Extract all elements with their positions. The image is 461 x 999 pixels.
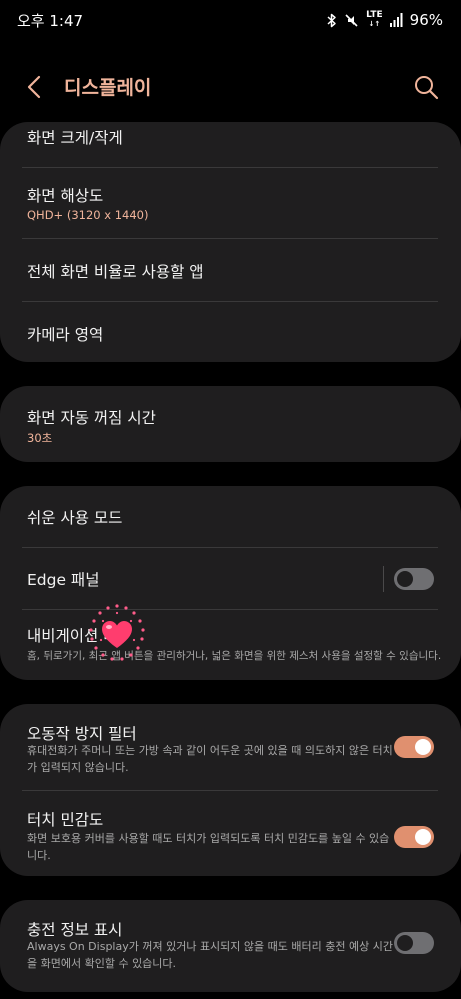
battery-level: 96% — [409, 11, 443, 29]
camera-cutout-item[interactable]: 카메라 영역 — [0, 302, 461, 362]
edge-panels-item[interactable]: Edge 패널 — [0, 548, 461, 609]
touch-sensitivity-toggle[interactable] — [394, 826, 434, 848]
charging-info-item[interactable]: 충전 정보 표시 Always On Display가 꺼져 있거나 표시되지 … — [0, 900, 461, 992]
touch-sensitivity-item[interactable]: 터치 민감도 화면 보호용 커버를 사용할 때도 터치가 입력되도록 터치 민감… — [0, 791, 461, 876]
screen-resolution-item[interactable]: 화면 해상도 QHD+ (3120 x 1440) — [0, 168, 461, 238]
mute-icon — [345, 13, 358, 27]
interaction-settings-card: 쉬운 사용 모드 Edge 패널 내비게이션 바 홈, 뒤로가기, 최근 앱 버… — [0, 486, 461, 680]
network-type: LTE ↓↑ — [366, 10, 383, 29]
toggle-knob — [397, 935, 413, 951]
fullscreen-apps-label: 전체 화면 비율로 사용할 앱 — [27, 263, 204, 281]
navigation-bar-description: 홈, 뒤로가기, 최근 앱 버튼을 관리하거나, 넓은 화면을 위한 제스처 사… — [27, 650, 442, 662]
accidental-touch-toggle[interactable] — [394, 736, 434, 758]
screen-timeout-value: 30초 — [27, 431, 53, 445]
fullscreen-apps-item[interactable]: 전체 화면 비율로 사용할 앱 — [0, 239, 461, 301]
charging-info-label: 충전 정보 표시 — [27, 921, 123, 939]
charging-info-description: Always On Display가 꺼져 있거나 표시되지 않을 때도 배터리… — [27, 940, 393, 970]
app-header: 디스플레이 — [0, 62, 461, 112]
signal-icon — [389, 13, 403, 27]
toggle-knob — [415, 739, 431, 755]
navigation-bar-label: 내비게이션 바 — [27, 627, 118, 645]
toggle-knob — [397, 571, 413, 587]
easy-mode-item[interactable]: 쉬운 사용 모드 — [0, 486, 461, 547]
vertical-divider — [383, 566, 384, 592]
status-icons: LTE ↓↑ 96% — [327, 11, 443, 29]
search-button[interactable] — [412, 73, 440, 101]
screen-timeout-card: 화면 자동 꺼짐 시간 30초 — [0, 386, 461, 462]
back-arrow-icon — [27, 75, 41, 99]
accidental-touch-label: 오동작 방지 필터 — [27, 725, 137, 743]
bluetooth-icon — [327, 13, 336, 27]
charging-info-toggle[interactable] — [394, 932, 434, 954]
edge-panels-label: Edge 패널 — [27, 571, 100, 589]
accidental-touch-item[interactable]: 오동작 방지 필터 휴대전화가 주머니 또는 가방 속과 같이 어두운 곳에 있… — [0, 704, 461, 790]
edge-panels-toggle[interactable] — [394, 568, 434, 590]
screen-resolution-label: 화면 해상도 — [27, 187, 104, 205]
touch-settings-card: 오동작 방지 필터 휴대전화가 주머니 또는 가방 속과 같이 어두운 곳에 있… — [0, 704, 461, 876]
camera-cutout-label: 카메라 영역 — [27, 326, 104, 344]
navigation-bar-item[interactable]: 내비게이션 바 홈, 뒤로가기, 최근 앱 버튼을 관리하거나, 넓은 화면을 … — [0, 610, 461, 680]
screen-timeout-item[interactable]: 화면 자동 꺼짐 시간 30초 — [0, 386, 461, 462]
status-time: 오후 1:47 — [17, 11, 84, 30]
display-settings-card: 화면 크게/작게 화면 해상도 QHD+ (3120 x 1440) 전체 화면… — [0, 122, 461, 362]
screen-zoom-label: 화면 크게/작게 — [27, 129, 123, 147]
touch-sensitivity-description: 화면 보호용 커버를 사용할 때도 터치가 입력되도록 터치 민감도를 높일 수… — [27, 832, 390, 862]
easy-mode-label: 쉬운 사용 모드 — [27, 509, 123, 527]
toggle-knob — [415, 829, 431, 845]
page-title: 디스플레이 — [64, 77, 152, 99]
search-icon — [415, 76, 439, 100]
screen-resolution-value: QHD+ (3120 x 1440) — [27, 208, 149, 222]
screen-zoom-item[interactable]: 화면 크게/작게 — [0, 122, 461, 167]
screen-timeout-label: 화면 자동 꺼짐 시간 — [27, 409, 156, 427]
back-button[interactable] — [22, 74, 48, 100]
accidental-touch-description: 휴대전화가 주머니 또는 가방 속과 같이 어두운 곳에 있을 때 의도하지 않… — [27, 744, 393, 774]
charging-info-card: 충전 정보 표시 Always On Display가 꺼져 있거나 표시되지 … — [0, 900, 461, 992]
status-bar: 오후 1:47 LTE ↓↑ 96% — [0, 0, 461, 40]
touch-sensitivity-label: 터치 민감도 — [27, 811, 104, 829]
